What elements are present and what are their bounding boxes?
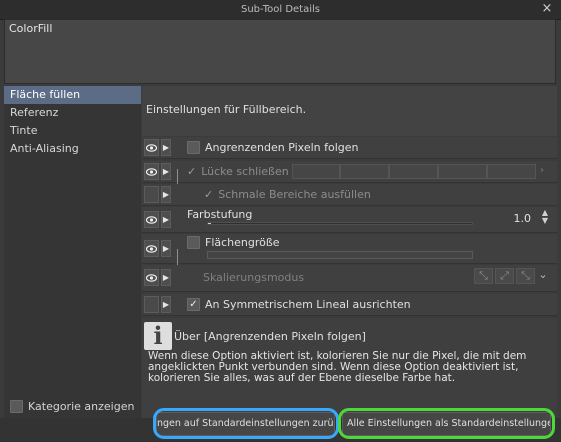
symmetric-ruler-label: An Symmetrischem Lineal ausrichten — [205, 298, 411, 311]
fill-narrow-checkmark-icon[interactable]: ✓ — [204, 188, 213, 201]
follow-adjacent-checkbox[interactable] — [187, 141, 200, 154]
symmetric-ruler-checkbox[interactable]: ✓ — [187, 298, 200, 311]
show-category-checkbox[interactable] — [10, 399, 23, 413]
sidebar-item-tinte[interactable]: Tinte — [4, 122, 141, 140]
scale-mode-2-icon[interactable]: ⤢ — [495, 268, 514, 284]
color-tolerance-value[interactable]: 1.0 — [514, 212, 532, 225]
color-tolerance-label: Farbstufung — [187, 208, 253, 221]
close-gap-label: Lücke schließen — [201, 165, 289, 178]
scale-mode-label: Skalierungsmodus — [203, 271, 305, 284]
spin-arrows-icon[interactable]: ▲ ▼ — [542, 209, 548, 225]
sidebar-item-anti-aliasing[interactable]: Anti-Aliasing — [4, 140, 141, 158]
gap-level-2[interactable] — [340, 164, 389, 179]
save-all-defaults-button[interactable]: Alle Einstellungen als Standardeinstellu… — [342, 412, 551, 436]
settings-panel: Einstellungen für Füllbereich. ▶ Angrenz… — [142, 86, 557, 418]
info-icon: i — [144, 322, 172, 350]
gap-level-5[interactable] — [487, 164, 536, 179]
row-symmetric-ruler: ▶ ✓ An Symmetrischem Lineal ausrichten — [142, 294, 557, 316]
expand-arrow-icon[interactable]: ▶ — [161, 186, 171, 203]
follow-adjacent-option[interactable]: Angrenzenden Pixeln folgen — [187, 141, 359, 154]
show-category-option[interactable]: Kategorie anzeigen — [10, 399, 134, 413]
category-sidebar: Fläche füllen Referenz Tinte Anti-Aliasi… — [4, 86, 141, 418]
expand-arrow-icon[interactable]: ▶ — [161, 163, 171, 180]
scale-mode-options: ⤡ ⤢ ⤡ ⌄ — [474, 268, 549, 284]
row-scale-mode: ▶ Skalierungsmodus ⤡ ⤢ ⤡ ⌄ — [142, 265, 557, 292]
sidebar-item-flaeche-fuellen[interactable]: Fläche füllen — [4, 86, 141, 104]
eye-icon[interactable] — [144, 211, 159, 228]
row-color-tolerance: ▶ Farbstufung 1.0 ▲ ▼ — [142, 207, 557, 233]
scale-mode-1-icon[interactable]: ⤡ — [474, 268, 493, 284]
close-gap-option[interactable]: ✓ Lücke schließen — [187, 165, 289, 178]
symmetric-ruler-option[interactable]: ✓ An Symmetrischem Lineal ausrichten — [187, 298, 411, 311]
visibility-off-box[interactable] — [144, 186, 159, 203]
eye-icon[interactable] — [144, 139, 159, 156]
expand-arrow-icon[interactable]: ▶ — [161, 296, 171, 313]
title-bar: Sub-Tool Details × — [0, 0, 561, 20]
row-area-size: ▶ Flächengröße — [142, 234, 557, 289]
help-title: Über [Angrenzenden Pixeln folgen] — [174, 330, 366, 343]
fill-narrow-label: Schmale Bereiche ausfüllen — [218, 188, 371, 201]
expand-arrow-icon[interactable]: ▶ — [161, 211, 171, 228]
expand-arrow-icon[interactable]: ▶ — [161, 240, 171, 257]
eye-icon[interactable] — [144, 269, 159, 286]
reset-defaults-button[interactable]: ngen auf Standardeinstellungen zurückset… — [156, 412, 335, 436]
row-follow-adjacent: ▶ Angrenzenden Pixeln folgen — [142, 137, 557, 159]
close-icon[interactable]: × — [539, 1, 555, 17]
area-size-checkbox[interactable] — [187, 236, 200, 249]
show-category-label: Kategorie anzeigen — [28, 399, 135, 413]
tool-name-field[interactable]: ColorFill — [4, 19, 556, 84]
visibility-off-box[interactable] — [144, 296, 159, 313]
scale-mode-3-icon[interactable]: ⤡ — [516, 268, 535, 284]
help-text: Wenn diese Option aktiviert ist, kolorie… — [148, 350, 527, 384]
fill-narrow-option[interactable]: ✓ Schmale Bereiche ausfüllen — [204, 188, 371, 201]
dropdown-chevron-icon[interactable]: ⌄ — [537, 268, 549, 284]
area-size-option[interactable]: Flächengröße — [187, 236, 280, 249]
gap-level-4[interactable] — [438, 164, 487, 179]
eye-icon[interactable] — [144, 163, 159, 180]
area-size-bar[interactable] — [207, 251, 473, 259]
section-title: Einstellungen für Füllbereich. — [146, 103, 307, 116]
eye-icon[interactable] — [144, 240, 159, 257]
section-header: Einstellungen für Füllbereich. — [142, 86, 557, 136]
expand-arrow-icon[interactable]: ▶ — [161, 269, 171, 286]
gap-level-3[interactable] — [389, 164, 438, 179]
sidebar-item-referenz[interactable]: Referenz — [4, 104, 141, 122]
row-close-gap: ▶ ✓ Lücke schließen › — [142, 161, 557, 201]
chevron-right-icon[interactable]: › — [540, 165, 544, 176]
row-fill-narrow: ▶ ✓ Schmale Bereiche ausfüllen — [142, 184, 557, 206]
window-title: Sub-Tool Details — [241, 4, 320, 15]
help-panel: i Über [Angrenzenden Pixeln folgen] Wenn… — [142, 318, 557, 418]
follow-adjacent-label: Angrenzenden Pixeln folgen — [205, 141, 359, 154]
area-size-label: Flächengröße — [205, 236, 280, 249]
close-gap-checkmark-icon[interactable]: ✓ — [187, 165, 196, 178]
color-tolerance-slider[interactable] — [207, 222, 473, 225]
expand-arrow-icon[interactable]: ▶ — [161, 139, 171, 156]
gap-level-1[interactable] — [292, 164, 340, 179]
